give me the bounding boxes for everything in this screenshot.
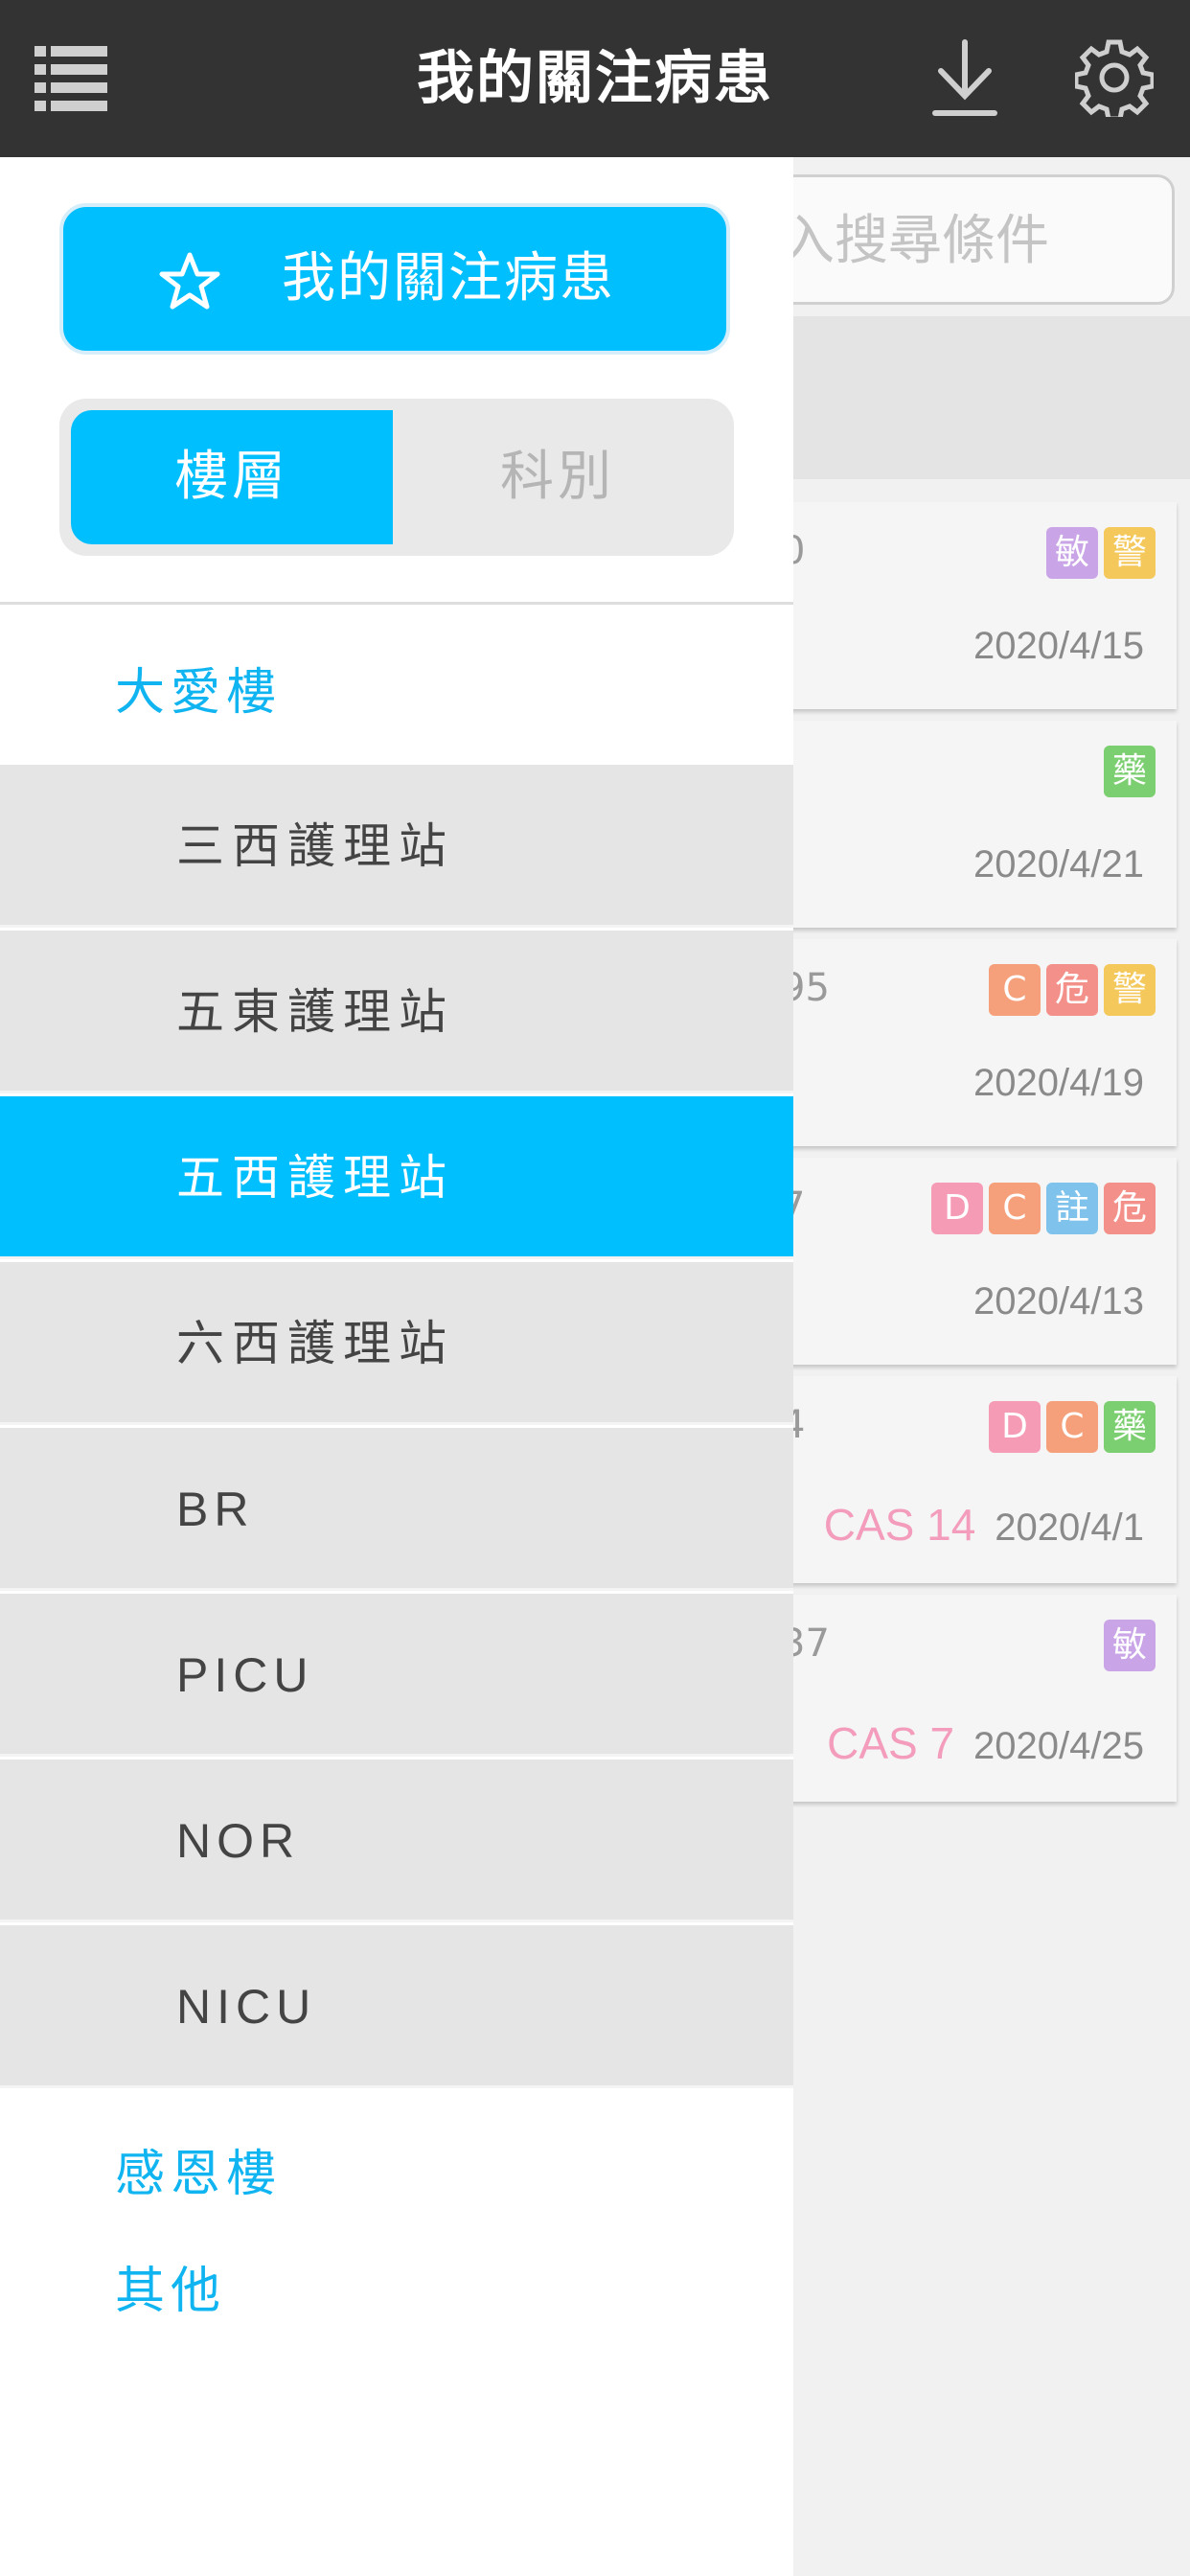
status-badge: C	[1046, 1401, 1098, 1453]
station-label: PICU	[176, 1648, 314, 1702]
status-badge: 藥	[1104, 746, 1156, 797]
download-icon[interactable]	[929, 38, 1000, 119]
station-label: BR	[176, 1483, 255, 1536]
star-icon	[159, 252, 220, 310]
station-item-nicu[interactable]: NICU	[0, 1925, 793, 2088]
station-label: 六西護理站	[176, 1316, 454, 1371]
status-badge: 敏	[1046, 527, 1098, 579]
status-badge: C	[989, 964, 1041, 1016]
my-patients-button[interactable]: 我的關注病患	[59, 203, 730, 355]
my-patients-label: 我的關注病患	[282, 247, 615, 310]
floor-department-toggle: 樓層 科別	[59, 399, 734, 556]
status-badge: 警	[1104, 964, 1156, 1016]
cas-score: CAS 14	[823, 1500, 976, 1550]
admission-date: 2020/4/21	[973, 843, 1144, 886]
admission-date: 2020/4/19	[973, 1062, 1144, 1104]
tab-floor[interactable]: 樓層	[71, 410, 393, 544]
station-item-3w[interactable]: 三西護理站	[0, 765, 793, 928]
station-item-5e[interactable]: 五東護理站	[0, 931, 793, 1093]
admission-date: 2020/4/13	[973, 1280, 1144, 1322]
top-app-bar: 我的關注病患	[0, 0, 1190, 157]
station-item-nor[interactable]: NOR	[0, 1760, 793, 1922]
status-badge: 危	[1046, 964, 1098, 1016]
station-label: NICU	[176, 1980, 317, 2034]
gear-icon[interactable]	[1075, 38, 1154, 117]
station-label: 五東護理站	[176, 984, 454, 1040]
status-badge: 敏	[1104, 1620, 1156, 1671]
cas-score: CAS 7	[827, 1718, 955, 1768]
station-label: 三西護理站	[176, 818, 454, 874]
station-item-picu[interactable]: PICU	[0, 1594, 793, 1757]
building-daai[interactable]: 大愛樓	[115, 652, 282, 724]
status-badge: D	[931, 1183, 983, 1234]
admission-date: 2020/4/15	[973, 625, 1144, 667]
building-ganen[interactable]: 感恩樓	[115, 2133, 282, 2205]
divider	[0, 602, 793, 605]
status-tags: 敏警	[1046, 527, 1156, 579]
status-badge: 藥	[1104, 1401, 1156, 1453]
tab-department[interactable]: 科別	[393, 410, 722, 544]
admission-date: 2020/4/25	[973, 1725, 1144, 1767]
station-item-5w[interactable]: 五西護理站	[0, 1096, 793, 1259]
status-badge: D	[989, 1401, 1041, 1453]
navigation-drawer: 我的關注病患 樓層 科別 大愛樓 三西護理站 五東護理站 五西護理站 六西護理站…	[0, 157, 793, 2576]
status-tags: C危警	[989, 964, 1156, 1016]
status-tags: 藥	[1104, 746, 1156, 797]
status-tags: DC註危	[931, 1183, 1156, 1234]
station-item-6w[interactable]: 六西護理站	[0, 1262, 793, 1425]
status-badge: C	[989, 1183, 1041, 1234]
status-badge: 警	[1104, 527, 1156, 579]
status-badge: 註	[1046, 1183, 1098, 1234]
status-tags: DC藥	[989, 1401, 1156, 1453]
status-badge: 危	[1104, 1183, 1156, 1234]
station-item-br[interactable]: BR	[0, 1428, 793, 1591]
building-other[interactable]: 其他	[115, 2250, 226, 2322]
search-input[interactable]	[779, 177, 1166, 304]
status-tags: 敏	[1104, 1620, 1156, 1671]
admission-date: 2020/4/1	[995, 1506, 1144, 1549]
station-label: 五西護理站	[176, 1150, 454, 1206]
station-label: NOR	[176, 1814, 301, 1868]
page-title: 我的關注病患	[417, 45, 773, 112]
